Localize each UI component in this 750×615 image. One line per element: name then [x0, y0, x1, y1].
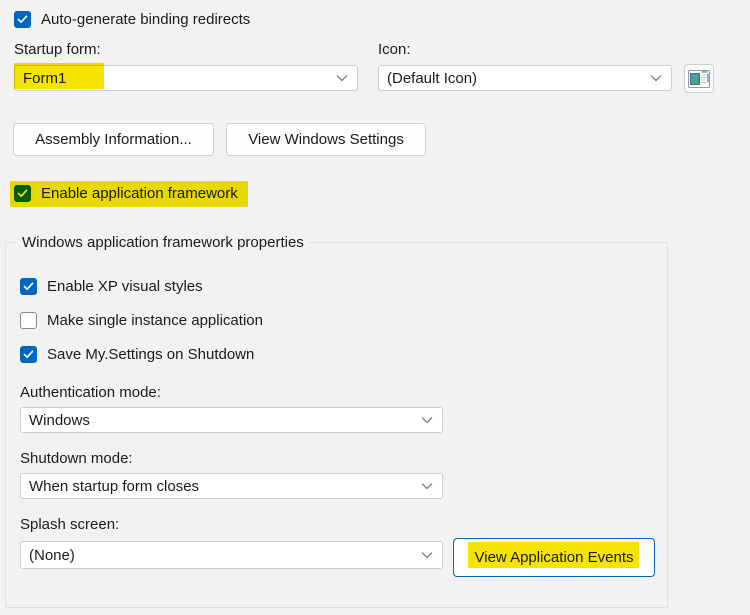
authentication-mode-value: Windows	[29, 412, 90, 429]
chevron-down-icon	[421, 482, 433, 490]
application-settings-panel: Auto-generate binding redirects Startup …	[0, 0, 750, 615]
chevron-down-icon	[421, 551, 433, 559]
startup-form-combobox[interactable]: Form1	[14, 65, 358, 91]
checkbox[interactable]	[14, 11, 31, 28]
splash-screen-value: (None)	[29, 547, 75, 564]
startup-form-label: Startup form:	[14, 41, 101, 58]
checkmark-icon	[23, 282, 34, 291]
icon-picker-button[interactable]	[684, 64, 714, 93]
icon-value: (Default Icon)	[387, 70, 477, 87]
chevron-down-icon	[336, 74, 348, 82]
splash-screen-combobox[interactable]: (None)	[20, 541, 443, 569]
startup-form-value: Form1	[23, 70, 66, 87]
chevron-down-icon	[421, 416, 433, 424]
assembly-information-button[interactable]: Assembly Information...	[13, 123, 214, 156]
checkbox-label: Enable application framework	[41, 185, 238, 202]
checkbox-label: Save My.Settings on Shutdown	[47, 346, 254, 363]
auto-generate-binding-redirects-checkbox-row[interactable]: Auto-generate binding redirects	[14, 11, 250, 28]
checkbox[interactable]	[20, 312, 37, 329]
groupbox-title: Windows application framework properties	[17, 234, 309, 251]
splash-screen-label: Splash screen:	[20, 516, 119, 533]
checkbox[interactable]	[14, 185, 31, 202]
icon-combobox[interactable]: (Default Icon)	[378, 65, 672, 91]
checkmark-icon	[17, 15, 28, 24]
checkbox[interactable]	[20, 346, 37, 363]
checkmark-icon	[23, 350, 34, 359]
checkbox[interactable]	[20, 278, 37, 295]
shutdown-mode-value: When startup form closes	[29, 478, 199, 495]
checkbox-label: Auto-generate binding redirects	[41, 11, 250, 28]
image-preview-icon	[688, 70, 710, 88]
view-windows-settings-button[interactable]: View Windows Settings	[226, 123, 426, 156]
view-application-events-button[interactable]: View Application Events	[453, 538, 655, 577]
make-single-instance-checkbox-row[interactable]: Make single instance application	[20, 312, 263, 329]
chevron-down-icon	[650, 74, 662, 82]
shutdown-mode-combobox[interactable]: When startup form closes	[20, 473, 443, 499]
icon-label: Icon:	[378, 41, 411, 58]
enable-xp-visual-styles-checkbox-row[interactable]: Enable XP visual styles	[20, 278, 203, 295]
enable-application-framework-checkbox-row[interactable]: Enable application framework	[14, 185, 238, 202]
shutdown-mode-label: Shutdown mode:	[20, 450, 133, 467]
checkbox-label: Make single instance application	[47, 312, 263, 329]
authentication-mode-combobox[interactable]: Windows	[20, 407, 443, 433]
authentication-mode-label: Authentication mode:	[20, 384, 161, 401]
save-my-settings-checkbox-row[interactable]: Save My.Settings on Shutdown	[20, 346, 254, 363]
checkmark-icon	[17, 189, 28, 198]
checkbox-label: Enable XP visual styles	[47, 278, 203, 295]
